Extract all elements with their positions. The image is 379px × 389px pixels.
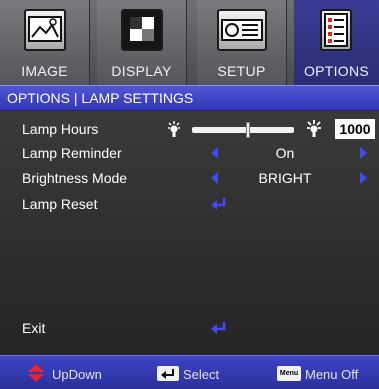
footer-hint-bar: UpDown Select Menu Menu Off	[0, 355, 379, 389]
lamp-reminder-value: On	[275, 145, 295, 161]
lamp-reset-row[interactable]: Lamp Reset	[0, 193, 379, 215]
options-icon	[320, 9, 352, 51]
left-arrow-icon[interactable]	[211, 147, 218, 159]
menu-key-icon: Menu	[277, 366, 301, 381]
lamp-hours-label: Lamp Hours	[22, 121, 99, 137]
lamp-hours-slider[interactable]	[192, 127, 294, 133]
bulb-bright-icon	[307, 120, 321, 137]
brightness-mode-value: BRIGHT	[258, 170, 312, 186]
tab-image-label: IMAGE	[21, 63, 68, 79]
lamp-hours-value: 1000	[335, 119, 375, 139]
tab-options[interactable]: OPTIONS	[294, 0, 379, 85]
updown-hint: UpDown	[52, 367, 102, 382]
right-arrow-icon[interactable]	[360, 172, 367, 184]
section-header: OPTIONS | LAMP SETTINGS	[0, 85, 379, 111]
bulb-dim-icon	[168, 121, 180, 137]
projector-icon	[217, 9, 267, 51]
tab-setup-label: SETUP	[217, 63, 266, 79]
brightness-mode-row[interactable]: Brightness Mode BRIGHT	[0, 167, 379, 189]
lamp-hours-row[interactable]: Lamp Hours 1000	[0, 118, 379, 140]
enter-key-icon	[157, 366, 179, 381]
left-arrow-icon[interactable]	[211, 172, 218, 184]
tab-display[interactable]: DISPLAY	[97, 0, 187, 85]
tab-image[interactable]: IMAGE	[0, 0, 90, 85]
lamp-reminder-row[interactable]: Lamp Reminder On	[0, 142, 379, 164]
updown-arrows-icon	[28, 364, 44, 382]
exit-row[interactable]: Exit	[0, 317, 379, 339]
tab-display-label: DISPLAY	[111, 63, 172, 79]
tab-options-label: OPTIONS	[303, 63, 370, 79]
display-icon	[121, 9, 163, 51]
enter-icon[interactable]	[210, 321, 228, 335]
lamp-reset-label: Lamp Reset	[22, 196, 98, 212]
lamp-hours-slider-knob[interactable]	[246, 122, 251, 138]
lamp-reminder-label: Lamp Reminder	[22, 145, 122, 161]
select-hint: Select	[183, 367, 220, 382]
settings-panel: Lamp Hours 1000 Lamp Reminder On Brightn…	[0, 111, 379, 355]
brightness-mode-label: Brightness Mode	[22, 170, 128, 186]
tab-setup[interactable]: SETUP	[197, 0, 287, 85]
right-arrow-icon[interactable]	[360, 147, 367, 159]
enter-icon[interactable]	[210, 197, 228, 211]
exit-label: Exit	[22, 320, 46, 336]
menu-off-hint: Menu Off	[305, 367, 359, 382]
tab-bar: IMAGE DISPLAY SETUP OPTIONS	[0, 0, 379, 85]
page-title: OPTIONS | LAMP SETTINGS	[7, 90, 194, 106]
image-icon	[24, 9, 66, 51]
